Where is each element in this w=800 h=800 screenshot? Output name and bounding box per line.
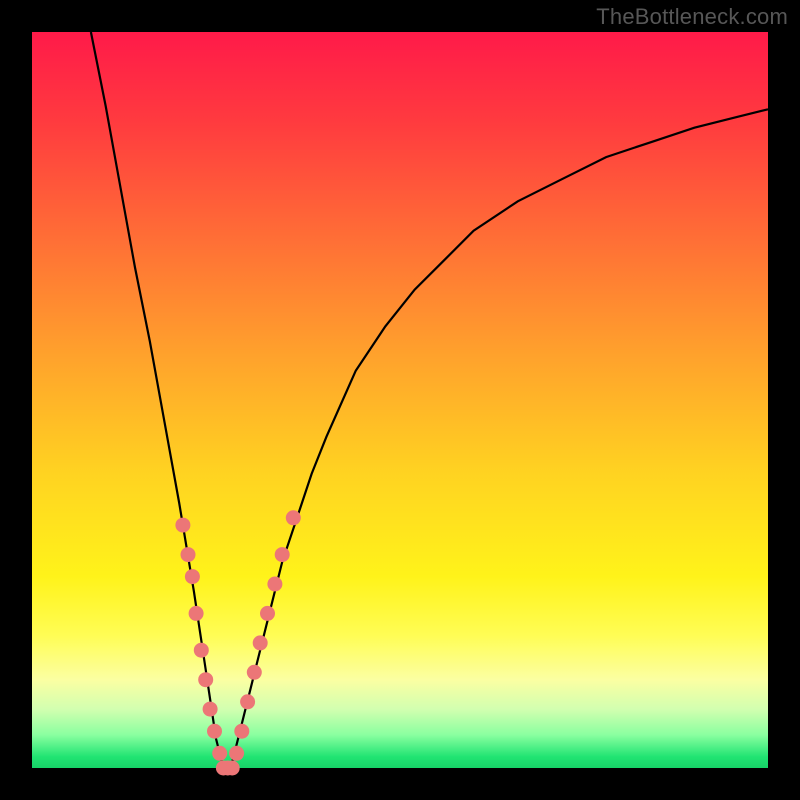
data-marker — [212, 746, 227, 761]
data-marker — [286, 510, 301, 525]
data-marker — [275, 547, 290, 562]
data-marker — [207, 724, 222, 739]
data-marker — [203, 702, 218, 717]
data-marker — [229, 746, 244, 761]
chart-frame: TheBottleneck.com — [0, 0, 800, 800]
bottleneck-chart — [0, 0, 800, 800]
data-marker — [181, 547, 196, 562]
data-marker — [267, 577, 282, 592]
data-marker — [247, 665, 262, 680]
data-marker — [260, 606, 275, 621]
plot-background — [32, 32, 768, 768]
data-marker — [234, 724, 249, 739]
data-marker — [225, 761, 240, 776]
data-marker — [194, 643, 209, 658]
watermark-text: TheBottleneck.com — [596, 4, 788, 30]
data-marker — [185, 569, 200, 584]
data-marker — [198, 672, 213, 687]
data-marker — [253, 635, 268, 650]
data-marker — [240, 694, 255, 709]
data-marker — [189, 606, 204, 621]
data-marker — [175, 518, 190, 533]
